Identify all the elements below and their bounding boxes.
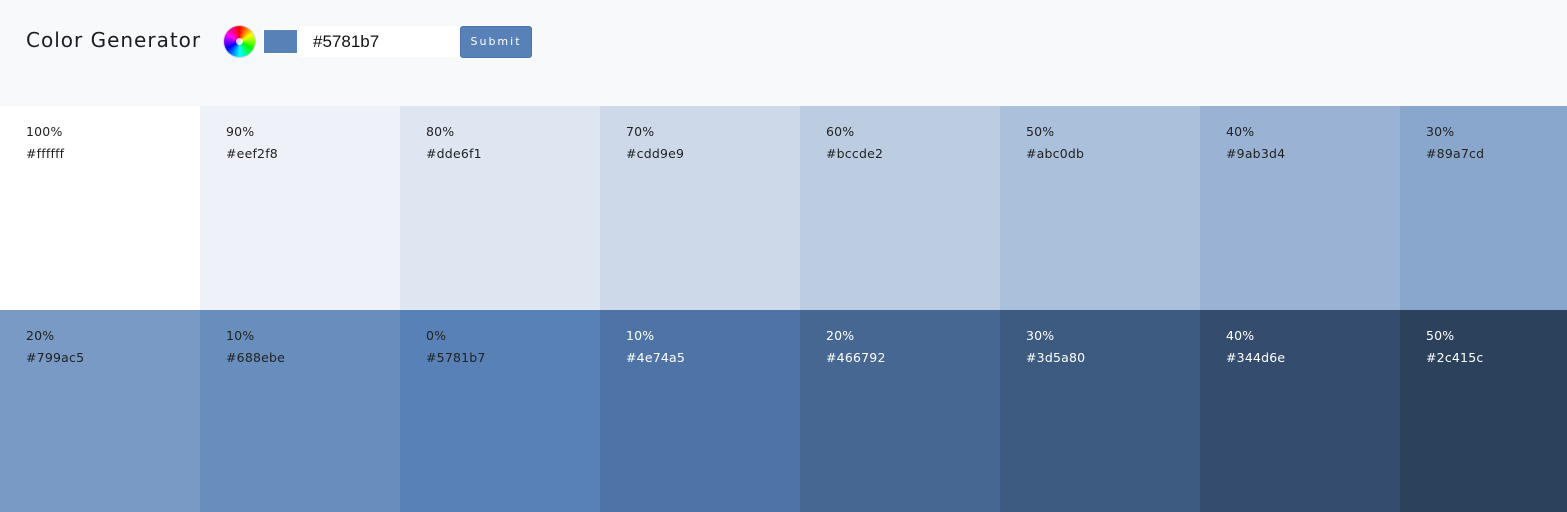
color-preview-swatch[interactable] [263, 29, 298, 54]
color-tile[interactable]: 20% #799ac5 [0, 310, 200, 512]
tile-percent: 40% [1226, 328, 1255, 343]
tile-hex: #eef2f8 [226, 146, 278, 161]
color-tile[interactable]: 30% #89a7cd [1400, 106, 1567, 310]
tile-hex: #3d5a80 [1026, 350, 1086, 365]
tile-hex: #799ac5 [26, 350, 85, 365]
header: Color Generator Submit [0, 0, 1567, 106]
palette-grid: 100% #ffffff 90% #eef2f8 80% #dde6f1 70%… [0, 106, 1567, 512]
tile-hex: #abc0db [1026, 146, 1085, 161]
tile-hex: #cdd9e9 [626, 146, 685, 161]
hex-color-input[interactable] [299, 26, 460, 57]
tile-hex: #4e74a5 [626, 350, 686, 365]
color-tile[interactable]: 70% #cdd9e9 [600, 106, 800, 310]
tile-percent: 20% [826, 328, 855, 343]
tile-hex: #bccde2 [826, 146, 884, 161]
color-tile[interactable]: 30% #3d5a80 [1000, 310, 1200, 512]
tile-percent: 40% [1226, 124, 1255, 139]
color-tile[interactable]: 60% #bccde2 [800, 106, 1000, 310]
tile-percent: 10% [626, 328, 655, 343]
page-title: Color Generator [26, 28, 202, 52]
color-tile[interactable]: 10% #688ebe [200, 310, 400, 512]
tile-percent: 70% [626, 124, 655, 139]
color-tile[interactable]: 100% #ffffff [0, 106, 200, 310]
tile-percent: 50% [1426, 328, 1455, 343]
tile-percent: 80% [426, 124, 455, 139]
color-tile[interactable]: 40% #9ab3d4 [1200, 106, 1400, 310]
color-tile[interactable]: 90% #eef2f8 [200, 106, 400, 310]
tile-hex: #dde6f1 [426, 146, 482, 161]
tile-percent: 20% [26, 328, 55, 343]
color-tile[interactable]: 50% #2c415c [1400, 310, 1567, 512]
tile-hex: #2c415c [1426, 350, 1484, 365]
tile-hex: #5781b7 [426, 350, 486, 365]
tile-percent: 30% [1426, 124, 1455, 139]
color-tile[interactable]: 10% #4e74a5 [600, 310, 800, 512]
tile-hex: #466792 [826, 350, 886, 365]
color-tile[interactable]: 20% #466792 [800, 310, 1000, 512]
tile-percent: 100% [26, 124, 63, 139]
tile-hex: #ffffff [26, 146, 65, 161]
tile-percent: 60% [826, 124, 855, 139]
color-tile[interactable]: 50% #abc0db [1000, 106, 1200, 310]
tile-hex: #89a7cd [1426, 146, 1485, 161]
tile-hex: #688ebe [226, 350, 286, 365]
tile-hex: #344d6e [1226, 350, 1286, 365]
tile-percent: 90% [226, 124, 255, 139]
tile-percent: 10% [226, 328, 255, 343]
tile-percent: 0% [426, 328, 447, 343]
color-tile[interactable]: 80% #dde6f1 [400, 106, 600, 310]
color-tile[interactable]: 0% #5781b7 [400, 310, 600, 512]
color-tile[interactable]: 40% #344d6e [1200, 310, 1400, 512]
color-wheel-icon[interactable] [224, 26, 255, 57]
tile-percent: 30% [1026, 328, 1055, 343]
tile-percent: 50% [1026, 124, 1055, 139]
tile-hex: #9ab3d4 [1226, 146, 1286, 161]
submit-button[interactable]: Submit [460, 26, 532, 58]
